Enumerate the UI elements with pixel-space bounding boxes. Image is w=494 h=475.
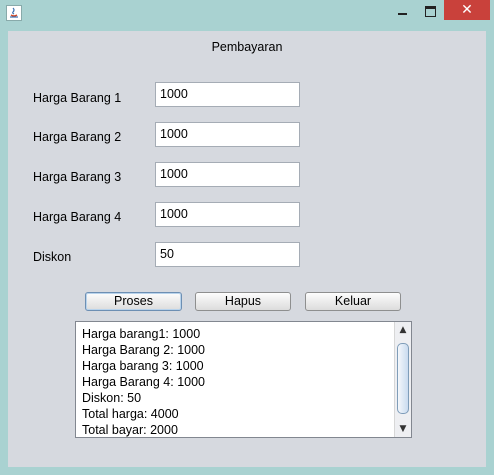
hapus-button[interactable]: Hapus [195,292,291,311]
input-harga-barang-2[interactable]: 1000 [155,122,300,147]
label-harga-barang-3: Harga Barang 3 [33,170,122,184]
label-diskon: Diskon [33,250,72,264]
output-line: Diskon: 50 [82,391,142,405]
title-bar[interactable]: ✕ [0,0,494,26]
minimize-button[interactable] [390,2,416,22]
output-line: Harga barang 3: 1000 [82,359,204,373]
scroll-down-arrow-icon[interactable]: ▼ [395,422,411,436]
vertical-scrollbar[interactable]: ▲ ▼ [394,322,411,437]
output-textarea[interactable]: Harga barang1: 1000 Harga Barang 2: 1000… [75,321,412,438]
java-app-icon [6,5,22,21]
input-diskon[interactable]: 50 [155,242,300,267]
output-line: Harga barang1: 1000 [82,327,201,341]
keluar-button[interactable]: Keluar [305,292,401,311]
label-harga-barang-4: Harga Barang 4 [33,210,122,224]
maximize-button[interactable] [418,2,444,22]
label-harga-barang-2: Harga Barang 2 [33,130,122,144]
form-title: Pembayaran [211,40,283,54]
close-button[interactable]: ✕ [444,0,490,20]
output-line: Total harga: 4000 [82,407,179,421]
scroll-thumb[interactable] [397,343,409,414]
scroll-up-arrow-icon[interactable]: ▲ [395,323,411,337]
minimize-icon [398,13,407,15]
app-window: ✕ Pembayaran Harga Barang 1 1000 Harga B… [0,0,494,475]
close-icon: ✕ [461,2,473,18]
input-harga-barang-3[interactable]: 1000 [155,162,300,187]
output-lines: Harga barang1: 1000 Harga Barang 2: 1000… [82,326,392,438]
input-harga-barang-1[interactable]: 1000 [155,82,300,107]
proses-button[interactable]: Proses [85,292,182,311]
output-line: Harga Barang 4: 1000 [82,375,206,389]
content-pane: Pembayaran Harga Barang 1 1000 Harga Bar… [8,31,486,467]
label-harga-barang-1: Harga Barang 1 [33,91,122,105]
output-line: Harga Barang 2: 1000 [82,343,206,357]
maximize-icon [425,6,436,17]
input-harga-barang-4[interactable]: 1000 [155,202,300,227]
output-line: Total bayar: 2000 [82,423,178,437]
